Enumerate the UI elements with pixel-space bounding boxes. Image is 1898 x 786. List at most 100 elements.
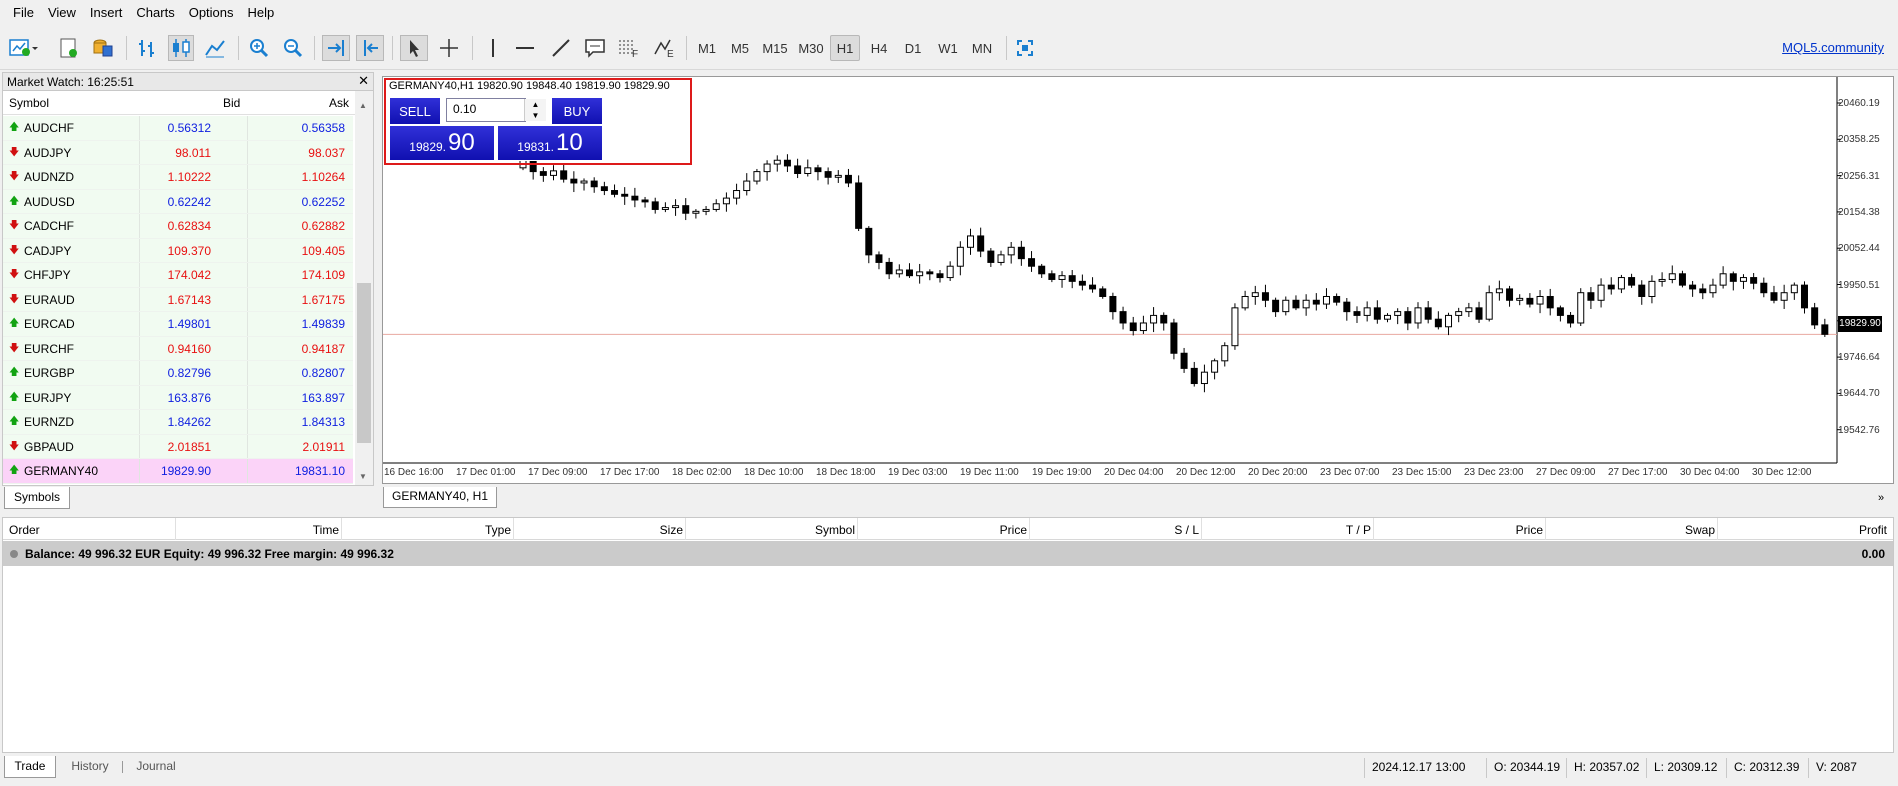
lot-size-input[interactable]: 0.10: [446, 98, 526, 122]
timeframe-h4[interactable]: H4: [864, 35, 894, 61]
market-watch-row[interactable]: 🡇 CADCHF 0.62834 0.62882: [3, 214, 353, 239]
market-watch-row[interactable]: 🡇 CHFJPY 174.042 174.109: [3, 263, 353, 288]
tab-symbols[interactable]: Symbols: [4, 487, 70, 509]
timeframe-w1[interactable]: W1: [933, 35, 963, 61]
column-profit[interactable]: Profit: [1859, 523, 1887, 537]
market-watch-row[interactable]: 🡅 GERMANY40 19829.90 19831.10: [3, 459, 353, 484]
tab-journal[interactable]: Journal: [128, 756, 184, 778]
market-watch-row[interactable]: 🡇 AUDJPY 98.011 98.037: [3, 140, 353, 165]
market-watch-row[interactable]: 🡅 AUDCHF 0.56312 0.56358: [3, 116, 353, 141]
buy-button[interactable]: BUY: [551, 97, 603, 125]
candle: [1465, 302, 1473, 317]
column-symbol[interactable]: Symbol: [9, 96, 49, 110]
market-watch-row[interactable]: 🡇 EURCHF 0.94160 0.94187: [3, 336, 353, 361]
column-s-l[interactable]: S / L: [1174, 523, 1199, 537]
market-watch-row[interactable]: 🡇 CADJPY 109.370 109.405: [3, 238, 353, 263]
candle: [1811, 302, 1819, 330]
market-watch-row[interactable]: 🡇 AUDNZD 1.10222 1.10264: [3, 165, 353, 190]
trendline-icon[interactable]: [548, 35, 574, 61]
market-watch-row[interactable]: 🡅 EURCAD 1.49801 1.49839: [3, 312, 353, 337]
market-watch-row[interactable]: 🡅 EURGBP 0.82796 0.82807: [3, 361, 353, 386]
candle: [1668, 265, 1676, 284]
ask-price: 2.01911: [302, 439, 346, 454]
scrollbar-thumb[interactable]: [357, 283, 371, 443]
timeframe-m5[interactable]: M5: [725, 35, 755, 61]
timeframe-mn[interactable]: MN: [966, 35, 998, 61]
column-t-p[interactable]: T / P: [1346, 523, 1371, 537]
status-close: C: 20312.39: [1734, 760, 1800, 774]
menu-charts[interactable]: Charts: [129, 0, 181, 25]
sell-button[interactable]: SELL: [389, 97, 441, 125]
timeframe-m15[interactable]: M15: [758, 35, 792, 61]
candlestick-chart-icon[interactable]: [168, 35, 194, 61]
expert-icon[interactable]: E: [650, 35, 678, 61]
tab-trade[interactable]: Trade: [4, 756, 56, 778]
timeframe-h1[interactable]: H1: [830, 35, 860, 61]
line-chart-icon[interactable]: [202, 35, 228, 61]
new-chart-icon[interactable]: [6, 35, 40, 61]
fibonacci-icon[interactable]: F: [614, 35, 642, 61]
timeframe-m30[interactable]: M30: [794, 35, 828, 61]
vertical-line-icon[interactable]: [480, 35, 506, 61]
menu-options[interactable]: Options: [182, 0, 241, 25]
buy-price-button[interactable]: 19831. 10: [497, 125, 603, 161]
candle: [1089, 277, 1097, 293]
market-watch-row[interactable]: 🡇 EURAUD 1.67143 1.67175: [3, 287, 353, 312]
horizontal-line-icon[interactable]: [512, 35, 538, 61]
new-profile-icon[interactable]: [56, 35, 82, 61]
candle: [1028, 251, 1036, 272]
column-ask[interactable]: Ask: [329, 96, 349, 110]
timeframe-m1[interactable]: M1: [692, 35, 722, 61]
tab-history[interactable]: History: [62, 756, 118, 778]
candle: [1516, 294, 1524, 306]
market-watch-row[interactable]: 🡅 EURNZD 1.84262 1.84313: [3, 410, 353, 435]
crosshair-icon[interactable]: [436, 35, 462, 61]
arrow-down-icon: 🡇: [9, 171, 20, 182]
column-time[interactable]: Time: [313, 523, 339, 537]
zoom-in-icon[interactable]: [246, 35, 272, 61]
bid-price: 174.042: [167, 268, 211, 282]
menu-insert[interactable]: Insert: [83, 0, 130, 25]
market-watch-row[interactable]: 🡇 GBPAUD 2.01851 2.01911: [3, 434, 353, 459]
menu-help[interactable]: Help: [241, 0, 282, 25]
symbol-name: AUDUSD: [24, 194, 75, 209]
y-tick-label: 19746.64: [1838, 352, 1880, 364]
candle: [600, 181, 608, 196]
candle: [631, 187, 639, 208]
candle: [702, 206, 710, 216]
data-folder-icon[interactable]: [90, 35, 116, 61]
column-type[interactable]: Type: [485, 523, 511, 537]
expand-icon[interactable]: [10, 550, 18, 558]
candle: [1506, 285, 1514, 307]
chevron-right-icon[interactable]: »: [1878, 492, 1884, 504]
menu-view[interactable]: View: [41, 0, 83, 25]
market-watch-row[interactable]: 🡅 AUDUSD 0.62242 0.62252: [3, 189, 353, 214]
column-swap[interactable]: Swap: [1685, 523, 1715, 537]
sell-price-button[interactable]: 19829. 90: [389, 125, 495, 161]
bid-price: 163.876: [167, 390, 211, 405]
zoom-out-icon[interactable]: [280, 35, 306, 61]
column-symbol[interactable]: Symbol: [815, 523, 855, 537]
column-order[interactable]: Order: [9, 523, 40, 537]
text-label-icon[interactable]: [582, 35, 608, 61]
market-watch-row[interactable]: 🡅 EURJPY 163.876 163.897: [3, 385, 353, 410]
lot-stepper[interactable]: ▲ ▼: [524, 99, 546, 121]
column-price[interactable]: Price: [1516, 523, 1543, 537]
fullscreen-icon[interactable]: [1012, 35, 1038, 61]
balance-row[interactable]: Balance: 49 996.32 EUR Equity: 49 996.32…: [3, 541, 1893, 566]
timeframe-d1[interactable]: D1: [898, 35, 928, 61]
column-size[interactable]: Size: [660, 523, 683, 537]
tab-chart-germany40[interactable]: GERMANY40, H1: [383, 487, 497, 508]
column-bid[interactable]: Bid: [223, 96, 240, 110]
chart-shift-icon[interactable]: [356, 35, 384, 61]
market-watch-panel: Market Watch: 16:25:51 ✕ Symbol Bid Ask …: [2, 72, 374, 486]
bar-chart-icon[interactable]: [134, 35, 160, 61]
candle: [1333, 293, 1341, 306]
menu-file[interactable]: File: [6, 0, 41, 25]
cursor-icon[interactable]: [400, 35, 428, 61]
close-icon[interactable]: ✕: [358, 73, 369, 89]
candle: [1638, 280, 1646, 305]
auto-scroll-icon[interactable]: [322, 35, 350, 61]
column-price[interactable]: Price: [1000, 523, 1027, 537]
mql5-community-link[interactable]: MQL5.community: [1782, 40, 1884, 55]
